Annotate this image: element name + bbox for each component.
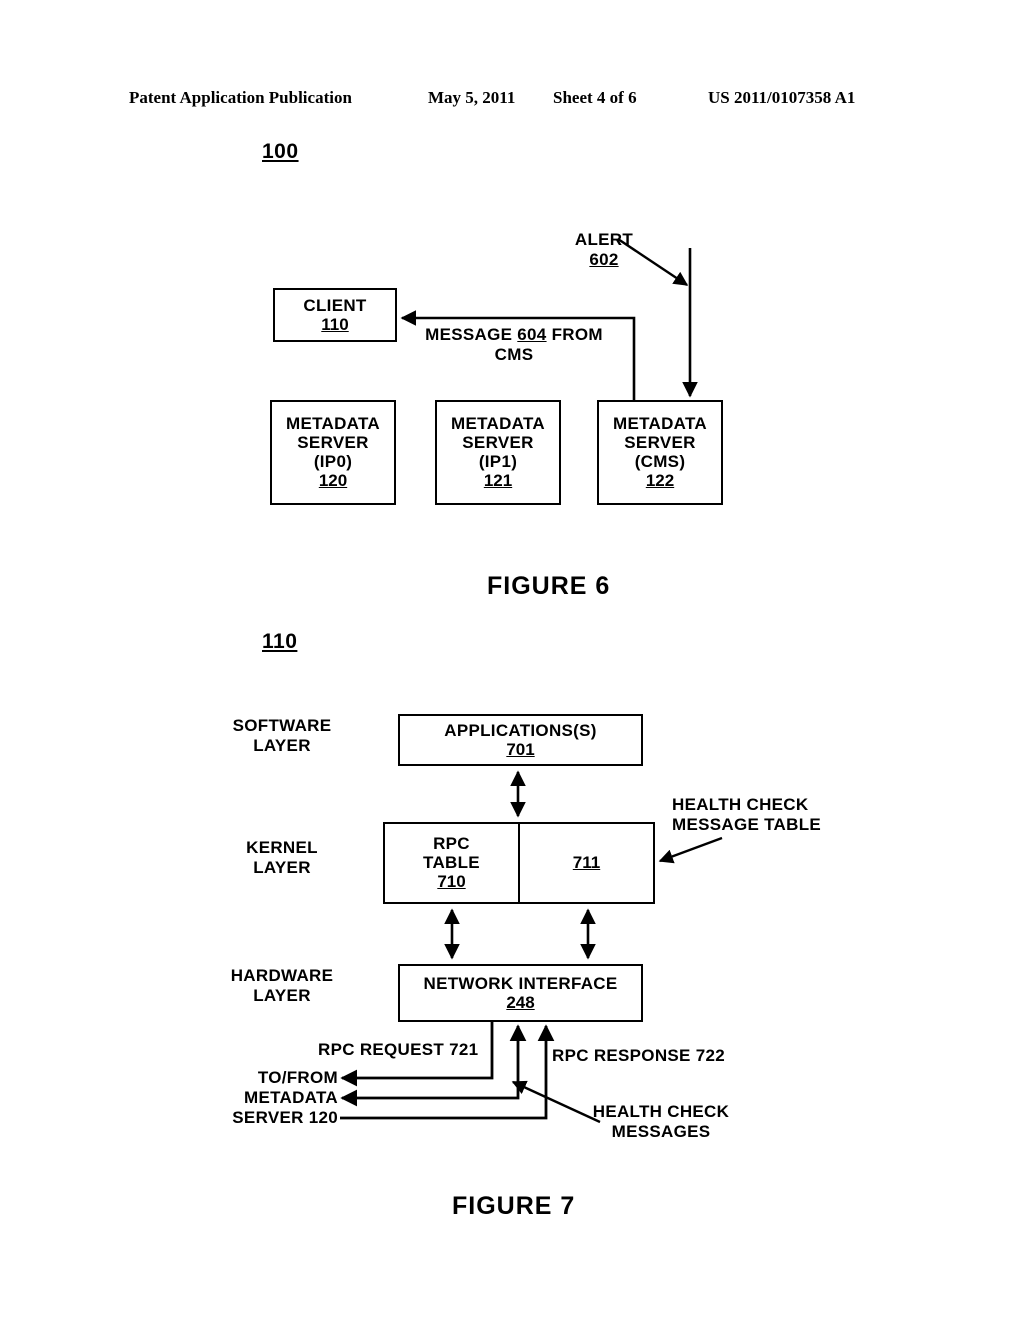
patent-drawing-page: Patent Application Publication May 5, 20… [0, 0, 1024, 1320]
client-box-title: CLIENT [303, 295, 367, 315]
kernel-layer-label: KERNEL LAYER [214, 838, 350, 878]
alert-label-ref: 602 [589, 250, 619, 269]
software-layer-line1: SOFTWARE [232, 716, 332, 735]
rpc-response-label: RPC RESPONSE 722 [552, 1046, 725, 1065]
metadata-server-ip1-line2: SERVER [462, 433, 534, 452]
metadata-server-ip0-ref: 120 [318, 471, 348, 490]
to-from-metadata-server-label: TO/FROM METADATA SERVER 120 [222, 1068, 338, 1128]
network-interface-ref: 248 [506, 992, 535, 1012]
rpc-table-line1: RPC [433, 834, 470, 853]
metadata-server-cms-line1: METADATA [613, 414, 707, 433]
metadata-server-cms-line2: SERVER [624, 433, 696, 452]
connector-overlay [340, 238, 723, 1124]
metadata-server-ip1-ref: 121 [483, 471, 513, 490]
metadata-server-ip1-line3: (IP1) [478, 452, 518, 471]
message-604-line1: MESSAGE 604 FROM [418, 325, 610, 345]
rpc-table-line2: TABLE [423, 853, 480, 872]
applications-box: APPLICATIONS(S) 701 [398, 714, 643, 766]
message-604-ref: 604 [517, 325, 547, 344]
alert-label: ALERT 602 [556, 230, 652, 270]
hardware-layer-line2: LAYER [253, 986, 311, 1005]
health-check-message-table-callout-line2: MESSAGE TABLE [672, 815, 822, 834]
hardware-layer-label: HARDWARE LAYER [208, 966, 356, 1006]
metadata-server-ip1-box: METADATA SERVER (IP1) 121 [435, 400, 561, 505]
figure6-caption: FIGURE 6 [487, 572, 611, 600]
hardware-layer-line1: HARDWARE [230, 966, 334, 985]
metadata-server-ip0-line1: METADATA [286, 414, 380, 433]
to-from-line2: METADATA [244, 1088, 338, 1107]
header-publication: Patent Application Publication [129, 88, 352, 107]
to-from-line1: TO/FROM [257, 1068, 338, 1087]
health-check-messages-callout: HEALTH CHECK MESSAGES [578, 1102, 744, 1142]
rpc-table-ref: 710 [437, 872, 466, 891]
rpc-response-arrow [340, 1024, 527, 1107]
health-check-messages-line1: HEALTH CHECK [592, 1102, 730, 1121]
header-sheet: Sheet 4 of 6 [553, 88, 637, 107]
to-from-line3: SERVER 120 [232, 1108, 338, 1127]
alert-label-text: ALERT [574, 230, 634, 249]
message-604-post: FROM [546, 325, 603, 344]
rpc-table-cell: RPC TABLE 710 [385, 824, 520, 902]
figure7-caption: FIGURE 7 [452, 1192, 576, 1220]
health-check-message-table-ref: 711 [572, 853, 601, 872]
client-box-ref: 110 [321, 314, 349, 334]
page-header: Patent Application Publication May 5, 20… [0, 88, 1024, 112]
figure6-system-ref: 100 [262, 140, 299, 163]
network-interface-box: NETWORK INTERFACE 248 [398, 964, 643, 1022]
kernel-tables-box: RPC TABLE 710 711 [383, 822, 655, 904]
kernel-layer-line2: LAYER [253, 858, 311, 877]
health-check-message-table-cell: 711 [520, 824, 653, 902]
metadata-server-cms-line3: (CMS) [634, 452, 686, 471]
message-604-pre: MESSAGE [425, 325, 518, 344]
kernel-layer-line1: KERNEL [246, 838, 318, 857]
figure7-client-ref: 110 [262, 630, 298, 653]
health-check-message-table-callout: HEALTH CHECK MESSAGE TABLE [672, 795, 821, 835]
health-check-message-table-callout-line1: HEALTH CHECK [672, 795, 809, 814]
metadata-server-cms-ref: 122 [645, 471, 675, 490]
client-box: CLIENT 110 [273, 288, 397, 342]
health-check-message-table-leader [658, 836, 723, 864]
message-604-line2: CMS [494, 345, 534, 364]
metadata-server-ip0-line2: SERVER [297, 433, 369, 452]
metadata-server-ip0-box: METADATA SERVER (IP0) 120 [270, 400, 396, 505]
applications-box-title: APPLICATIONS(S) [444, 720, 597, 740]
applications-box-ref: 701 [506, 739, 535, 759]
metadata-server-ip1-line1: METADATA [451, 414, 545, 433]
network-interface-title: NETWORK INTERFACE [423, 973, 618, 993]
metadata-server-ip0-line3: (IP0) [313, 452, 353, 471]
software-layer-label: SOFTWARE LAYER [214, 716, 350, 756]
rpc-request-label: RPC REQUEST 721 [318, 1040, 479, 1059]
header-patent-number: US 2011/0107358 A1 [708, 88, 856, 107]
header-date: May 5, 2011 [428, 88, 516, 107]
metadata-server-cms-box: METADATA SERVER (CMS) 122 [597, 400, 723, 505]
software-layer-line2: LAYER [253, 736, 311, 755]
message-604-label: MESSAGE 604 FROM CMS [418, 325, 610, 365]
health-check-messages-line2: MESSAGES [611, 1122, 711, 1141]
